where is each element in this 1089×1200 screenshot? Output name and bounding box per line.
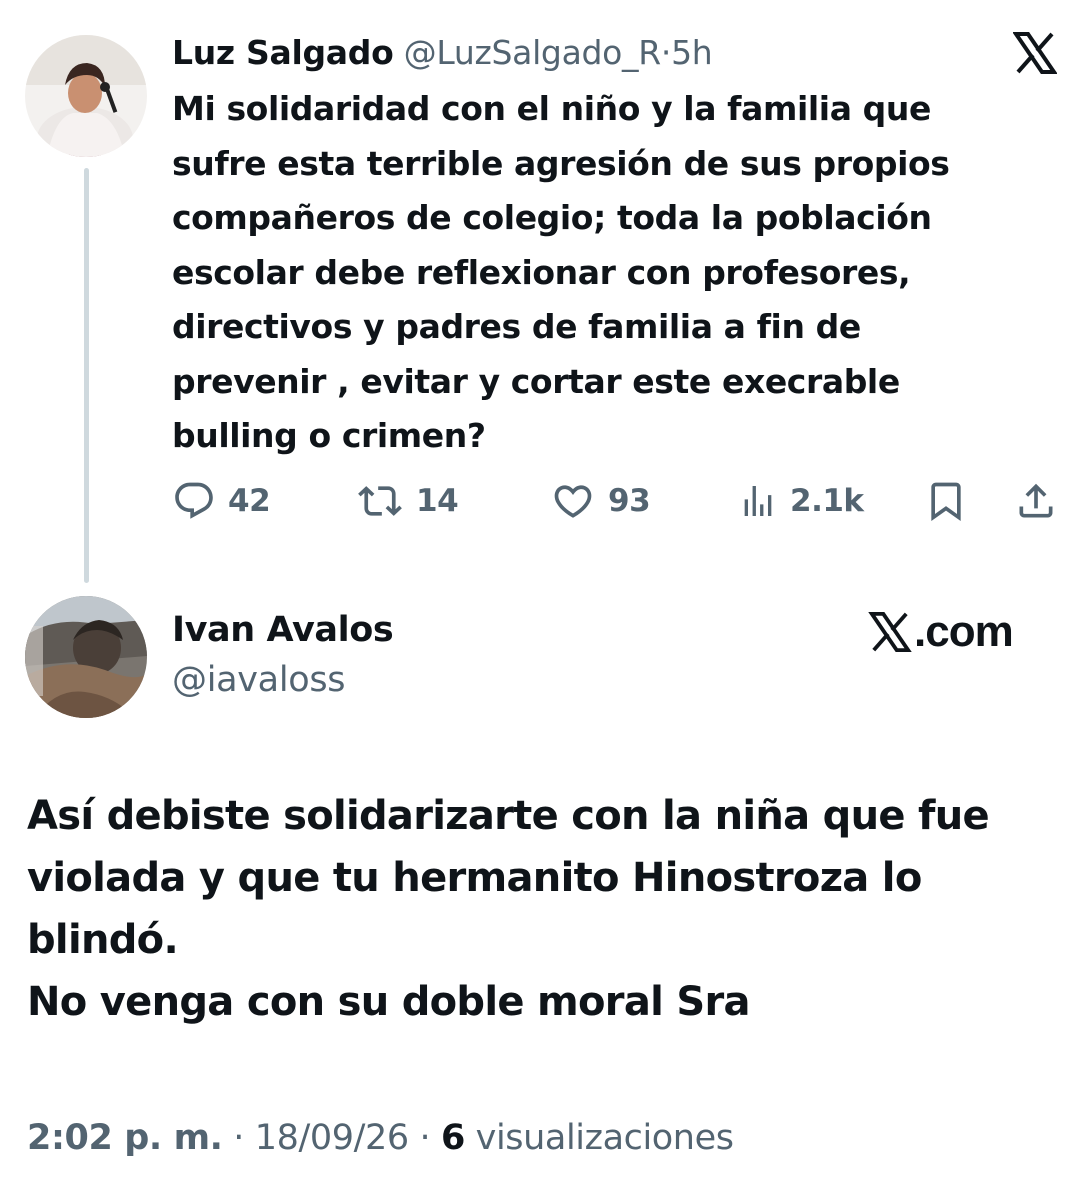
- x-com-text: .com: [914, 607, 1014, 656]
- reply-time[interactable]: 2:02 p. m.: [27, 1118, 223, 1158]
- thread-line: [84, 168, 89, 583]
- repost-icon: [358, 486, 402, 516]
- avatar-photo: [25, 596, 147, 718]
- reply-views-label[interactable]: visualizaciones: [476, 1118, 734, 1158]
- like-button[interactable]: 93: [550, 474, 651, 528]
- views-button[interactable]: 2.1k: [738, 474, 864, 528]
- reply-count: 42: [228, 483, 271, 519]
- tweet-text: Mi solidaridad con el niño y la familia …: [172, 89, 950, 455]
- repost-button[interactable]: 14: [356, 474, 459, 528]
- tweet-header: Luz Salgado @LuzSalgado_R·5h: [172, 30, 713, 76]
- share-icon: [1019, 483, 1053, 518]
- repost-count: 14: [416, 483, 459, 519]
- reply-avatar[interactable]: [25, 596, 147, 718]
- author-handle[interactable]: @LuzSalgado_R: [404, 33, 662, 72]
- views-icon: [744, 486, 772, 516]
- bookmark-icon: [931, 482, 961, 522]
- header-separator: ·: [660, 33, 672, 72]
- reply-author-handle[interactable]: @iavaloss: [172, 656, 346, 704]
- tweet-actions: 42 14 93 2.1k: [172, 474, 1062, 528]
- x-com-brand: .com: [868, 604, 1014, 660]
- bookmark-button[interactable]: [924, 474, 968, 528]
- x-logo-icon: [1012, 31, 1058, 75]
- avatar-photo: [25, 35, 147, 157]
- reply-icon: [175, 482, 213, 519]
- reply-text: Así debiste solidarizarte con la niña qu…: [27, 793, 990, 1025]
- reply-button[interactable]: 42: [172, 474, 271, 528]
- reply-views-count: 6: [440, 1118, 465, 1158]
- tweet-time[interactable]: 5h: [671, 33, 713, 72]
- reply-meta: 2:02 p. m. · 18/09/26 · 6 visualizacione…: [27, 1113, 734, 1163]
- like-icon: [554, 485, 592, 518]
- reply-author-name[interactable]: Ivan Avalos: [172, 606, 394, 654]
- meta-separator: ·: [233, 1118, 245, 1158]
- author-name[interactable]: Luz Salgado: [172, 33, 394, 72]
- x-logo-icon: [868, 611, 912, 653]
- views-count: 2.1k: [790, 483, 864, 519]
- reply-date[interactable]: 18/09/26: [255, 1118, 409, 1158]
- meta-separator: ·: [419, 1118, 431, 1158]
- avatar[interactable]: [25, 35, 147, 157]
- share-button[interactable]: [1014, 474, 1058, 528]
- like-count: 93: [608, 483, 651, 519]
